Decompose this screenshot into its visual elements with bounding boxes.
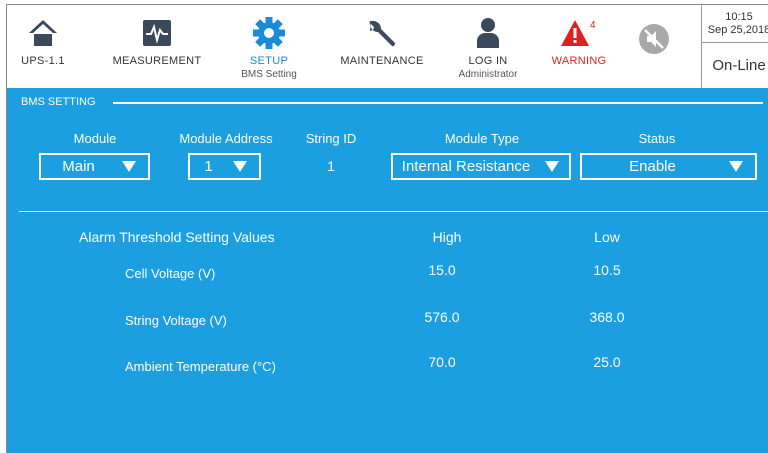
clock-panel: 10:15 Sep 25,2018 On-Line xyxy=(701,5,768,89)
nav-measurement[interactable]: MEASUREMENT xyxy=(107,5,207,87)
threshold-low-field[interactable]: 368.0 xyxy=(577,309,637,325)
clock-time: 10:15 xyxy=(725,11,753,23)
threshold-high-field[interactable]: 576.0 xyxy=(412,309,472,325)
nav-ups[interactable]: UPS-1.1 xyxy=(7,5,79,87)
nav-login-sub: Administrator xyxy=(458,69,518,80)
waveform-icon xyxy=(137,15,177,51)
string-id-value: 1 xyxy=(327,158,335,174)
module-value: Main xyxy=(62,158,95,175)
nav-login-label: LOG IN xyxy=(468,55,508,67)
section-title: BMS SETTING xyxy=(21,96,96,108)
clock-date: Sep 25,2018 xyxy=(707,24,768,36)
mute-icon xyxy=(634,21,674,57)
warning-count: 4 xyxy=(590,20,596,31)
module-type-value: Internal Resistance xyxy=(401,158,531,175)
high-column-header: High xyxy=(432,229,462,245)
user-icon xyxy=(468,15,508,51)
nav-ups-label: UPS-1.1 xyxy=(21,55,65,67)
threshold-heading: Alarm Threshold Setting Values xyxy=(79,229,275,245)
status-select[interactable]: Enable xyxy=(580,153,757,180)
bms-setting-panel: BMS SETTING Module Main Module Address 1… xyxy=(7,88,768,453)
threshold-row-name: Ambient Temperature (°C) xyxy=(125,359,276,374)
module-address-value: 1 xyxy=(204,158,213,175)
section-title-line xyxy=(113,102,763,104)
nav-setup-sub: BMS Setting xyxy=(241,69,297,80)
clock-divider xyxy=(702,42,768,43)
module-select[interactable]: Main xyxy=(39,153,150,180)
module-type-select[interactable]: Internal Resistance xyxy=(391,153,571,180)
nav-mute[interactable] xyxy=(631,5,677,87)
home-icon xyxy=(23,15,63,51)
chevron-down-icon xyxy=(233,161,247,172)
gear-icon xyxy=(249,15,289,51)
ups-status: On-Line xyxy=(712,57,766,74)
module-label: Module xyxy=(73,131,117,146)
threshold-row-name: String Voltage (V) xyxy=(125,313,227,328)
status-label: Status xyxy=(638,131,676,146)
nav-maintenance-label: MAINTENANCE xyxy=(340,55,424,67)
nav-setup-label: SETUP xyxy=(249,55,289,67)
section-divider xyxy=(19,211,768,212)
string-id-label: String ID xyxy=(305,131,357,146)
top-nav-bar: UPS-1.1 MEASUREMENT SETUP BMS Setting MA… xyxy=(7,5,768,89)
threshold-low-field[interactable]: 10.5 xyxy=(577,262,637,278)
nav-warning[interactable]: 4 WARNING xyxy=(541,5,617,87)
status-value: Enable xyxy=(629,158,676,175)
wrench-icon xyxy=(362,15,402,51)
nav-login[interactable]: LOG IN Administrator xyxy=(447,5,529,87)
low-column-header: Low xyxy=(594,229,620,245)
nav-setup[interactable]: SETUP BMS Setting xyxy=(229,5,309,87)
module-type-label: Module Type xyxy=(444,131,520,146)
module-address-select[interactable]: 1 xyxy=(188,153,261,180)
threshold-high-field[interactable]: 70.0 xyxy=(412,354,472,370)
chevron-down-icon xyxy=(729,161,743,172)
threshold-row-name: Cell Voltage (V) xyxy=(125,266,216,281)
warning-icon: 4 xyxy=(559,15,599,51)
nav-maintenance[interactable]: MAINTENANCE xyxy=(337,5,427,87)
threshold-high-field[interactable]: 15.0 xyxy=(412,262,472,278)
nav-measurement-label: MEASUREMENT xyxy=(112,55,202,67)
chevron-down-icon xyxy=(545,161,559,172)
module-address-label: Module Address xyxy=(179,131,273,146)
nav-warning-label: WARNING xyxy=(551,55,607,67)
chevron-down-icon xyxy=(122,161,136,172)
threshold-low-field[interactable]: 25.0 xyxy=(577,354,637,370)
